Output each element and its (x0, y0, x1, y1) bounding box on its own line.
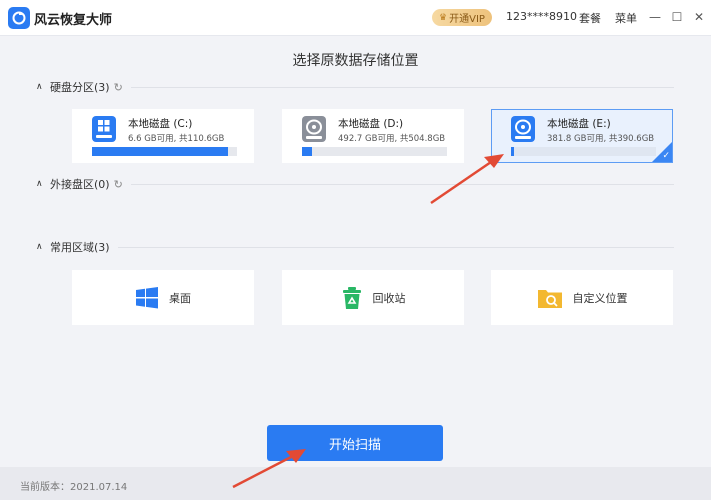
section-partitions[interactable]: ∧ 硬盘分区(3) ↻ (36, 79, 674, 95)
section-label-common: 常用区域(3) (50, 241, 110, 254)
disk-usage-fill (511, 147, 514, 156)
section-label-external: 外接盘区(0) (50, 178, 110, 191)
disk-usage-fill (92, 147, 229, 156)
section-common[interactable]: ∧ 常用区域(3) (36, 239, 674, 255)
section-divider (130, 183, 674, 185)
disk-usage-fill (302, 147, 313, 156)
crown-icon: ♛ (439, 12, 448, 23)
disk-name: 本地磁盘 (E:) (547, 118, 611, 130)
title-bar: 风云恢复大师 ♛ 开通VIP 123****8910 套餐 菜单 — ☐ ✕ (0, 0, 711, 36)
collapse-caret-icon[interactable]: ∧ (36, 82, 46, 92)
place-recycle-bin[interactable]: 回收站 (282, 270, 464, 325)
account-id[interactable]: 123****8910 (506, 10, 577, 23)
hard-drive-icon (302, 116, 326, 142)
hard-drive-icon (511, 116, 535, 142)
refresh-icon[interactable]: ↻ (114, 81, 123, 94)
disk-capacity: 492.7 GB可用, 共504.8GB (338, 134, 446, 144)
vip-button[interactable]: ♛ 开通VIP (432, 9, 492, 26)
section-divider (117, 246, 674, 248)
windows-desktop-icon (136, 286, 158, 308)
app-logo-icon (8, 7, 30, 29)
disk-usage-bar (302, 147, 447, 156)
menu-link[interactable]: 菜单 (615, 10, 637, 26)
folder-search-icon (537, 289, 562, 308)
place-custom-location[interactable]: 自定义位置 (491, 270, 673, 325)
start-scan-button[interactable]: 开始扫描 (267, 425, 443, 461)
app-title: 风云恢复大师 (34, 13, 113, 28)
close-button[interactable]: ✕ (690, 8, 708, 26)
place-label: 回收站 (372, 291, 406, 305)
vip-label: 开通VIP (449, 14, 485, 25)
collapse-caret-icon[interactable]: ∧ (36, 179, 46, 189)
minimize-button[interactable]: — (646, 8, 664, 26)
place-desktop[interactable]: 桌面 (72, 270, 254, 325)
collapse-caret-icon[interactable]: ∧ (36, 242, 46, 252)
version-text: 当前版本：2021.07.14 (20, 482, 128, 493)
section-label-partitions: 硬盘分区(3) (50, 81, 110, 94)
disk-usage-bar (511, 147, 656, 156)
disk-card-d[interactable]: 本地磁盘 (D:) 492.7 GB可用, 共504.8GB (282, 109, 464, 163)
plan-link[interactable]: 套餐 (579, 10, 601, 26)
section-external[interactable]: ∧ 外接盘区(0) ↻ (36, 176, 674, 192)
disk-capacity: 381.8 GB可用, 共390.6GB (547, 134, 655, 144)
disk-card-c[interactable]: 本地磁盘 (C:) 6.6 GB可用, 共110.6GB (72, 109, 254, 163)
maximize-button[interactable]: ☐ (668, 8, 686, 26)
recycle-bin-icon (342, 286, 361, 309)
place-label: 自定义位置 (572, 291, 628, 305)
disk-usage-bar (92, 147, 237, 156)
page-heading: 选择原数据存储位置 (292, 53, 419, 69)
hard-drive-windows-icon (92, 116, 116, 142)
disk-card-e[interactable]: 本地磁盘 (E:) 381.8 GB可用, 共390.6GB ✓ (491, 109, 673, 163)
footer: 当前版本：2021.07.14 (0, 467, 711, 500)
disk-capacity: 6.6 GB可用, 共110.6GB (128, 134, 225, 144)
disk-name: 本地磁盘 (D:) (338, 118, 404, 130)
refresh-icon[interactable]: ↻ (114, 178, 123, 191)
disk-name: 本地磁盘 (C:) (128, 118, 193, 130)
check-icon: ✓ (662, 151, 670, 161)
place-label: 桌面 (169, 291, 191, 305)
section-divider (130, 86, 674, 88)
